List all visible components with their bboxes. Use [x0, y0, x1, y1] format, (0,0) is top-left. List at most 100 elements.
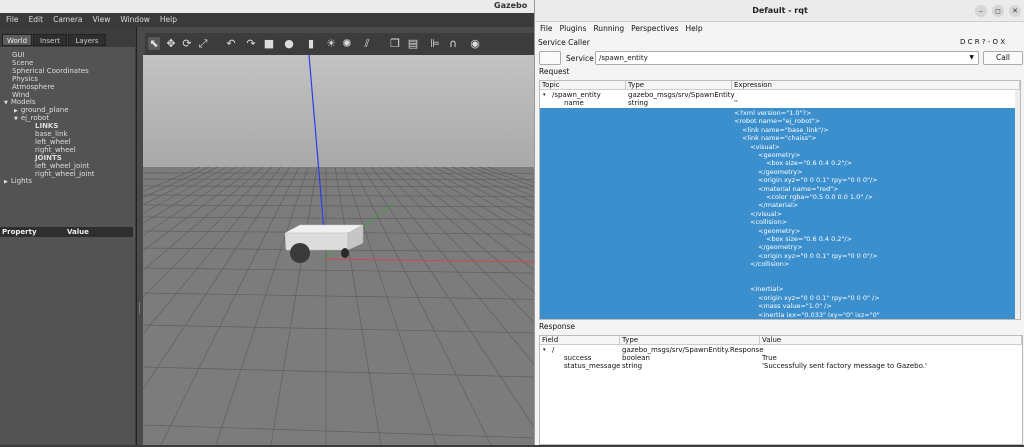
- tab-layers[interactable]: Layers: [68, 34, 106, 46]
- left-wheel: [290, 243, 310, 263]
- rqt-titlebar: Default - rqt – ◻ ✕: [535, 0, 1024, 22]
- select-icon[interactable]: ⬉: [148, 37, 160, 50]
- tree-item[interactable]: left_wheel: [35, 138, 71, 146]
- xml-line: </visual>: [750, 210, 782, 218]
- menu-camera[interactable]: Camera: [53, 13, 82, 27]
- menu-edit[interactable]: Edit: [29, 13, 44, 27]
- column-type[interactable]: Type: [626, 81, 732, 90]
- xml-line: <color rgba="0.5 0.0 0.0 1.0" />: [766, 193, 873, 201]
- refresh-services-button[interactable]: [539, 51, 561, 65]
- expand-arrow-icon[interactable]: ▾: [543, 91, 546, 99]
- light-directional-icon[interactable]: ⫽: [361, 37, 373, 50]
- menu-window[interactable]: Window: [120, 13, 150, 27]
- tree-item[interactable]: Physics: [12, 75, 38, 83]
- screenshot-icon[interactable]: ◉: [469, 37, 481, 50]
- tree-item[interactable]: LINKS: [35, 122, 58, 130]
- response-table[interactable]: Field Type Value ▾ / gazebo_msgs/srv/Spawn…: [539, 335, 1023, 445]
- close-button[interactable]: ✕: [1009, 5, 1021, 17]
- undo-icon[interactable]: ↶: [225, 37, 237, 50]
- request-expression-cell[interactable]: '': [734, 99, 738, 107]
- scene-render[interactable]: [143, 55, 534, 445]
- menu-file[interactable]: File: [6, 13, 19, 27]
- service-select[interactable]: /spawn_entity ▼: [595, 51, 979, 65]
- gazebo-tabs: World Insert Layers: [0, 34, 137, 46]
- menu-help[interactable]: Help: [160, 13, 177, 27]
- tree-item-label: Physics: [12, 75, 38, 83]
- snap-icon[interactable]: ∩: [447, 37, 459, 50]
- xml-line: <origin xyz="0 0 0.1" rpy="0 0 0"/>: [758, 252, 878, 260]
- xml-line: <geometry>: [758, 151, 800, 159]
- expand-arrow-icon[interactable]: ▼: [14, 116, 18, 122]
- collapse-arrow-icon[interactable]: ▶: [4, 179, 8, 185]
- tree-item-label: Atmosphere: [12, 83, 54, 91]
- tree-item-label: base_link: [35, 130, 68, 138]
- tree-item-label: ground_plane: [21, 106, 69, 114]
- property-panel: Property Value: [0, 227, 135, 445]
- tree-item[interactable]: GUI: [12, 51, 25, 59]
- tree-item[interactable]: right_wheel: [35, 146, 76, 154]
- align-icon[interactable]: ⊫: [429, 37, 441, 50]
- response-type-cell: gazebo_msgs/srv/SpawnEntity.Response: [622, 346, 764, 354]
- tab-insert[interactable]: Insert: [33, 34, 67, 46]
- response-type-cell: string: [622, 362, 642, 370]
- column-expression[interactable]: Expression: [732, 81, 1020, 90]
- minimize-button[interactable]: –: [975, 5, 987, 17]
- light-spot-icon[interactable]: ✺: [341, 37, 353, 50]
- rqt-menu-running[interactable]: Running: [593, 23, 624, 35]
- tree-item[interactable]: left_wheel_joint: [35, 162, 89, 170]
- plugin-title: Service Caller: [538, 38, 590, 47]
- light-point-icon[interactable]: ☀: [325, 37, 337, 50]
- response-field-cell: /: [552, 346, 554, 354]
- plugin-controls[interactable]: D C R ? - O X: [960, 38, 1005, 46]
- tree-item[interactable]: Atmosphere: [12, 83, 54, 91]
- column-type[interactable]: Type: [620, 336, 760, 345]
- redo-icon[interactable]: ↷: [245, 37, 257, 50]
- request-type-cell: string: [628, 99, 648, 107]
- xml-line: <robot name="ej_robot">: [734, 117, 820, 125]
- tree-item[interactable]: ▶Lights: [4, 177, 32, 186]
- tree-item-label: JOINTS: [35, 154, 62, 162]
- expression-editor[interactable]: <?xml version="1.0"?><robot name="ej_rob…: [540, 108, 1015, 320]
- rqt-menu-plugins[interactable]: Plugins: [560, 23, 587, 35]
- column-topic[interactable]: Topic: [540, 81, 626, 90]
- rotate-icon[interactable]: ⟳: [181, 37, 193, 50]
- xml-line: </collision>: [750, 260, 789, 268]
- gazebo-toolbar: ⬉ ✥ ⟳ ⤢ ↶ ↷ ■ ● ▮ ☀ ✺ ⫽ ❐ ▤ ⊫ ∩ ◉: [145, 33, 534, 55]
- tree-item-label: GUI: [12, 51, 25, 59]
- column-field[interactable]: Field: [540, 336, 620, 345]
- cylinder-icon[interactable]: ▮: [305, 37, 317, 50]
- rqt-menu-file[interactable]: File: [540, 23, 553, 35]
- paste-icon[interactable]: ▤: [407, 37, 419, 50]
- xml-line: <inertia ixx="0.033" ixy="0" ixz="0": [758, 311, 880, 319]
- tree-item[interactable]: Scene: [12, 59, 33, 67]
- tree-item-label: Wind: [12, 91, 30, 99]
- expand-arrow-icon[interactable]: ▼: [4, 100, 8, 106]
- rqt-menu-help[interactable]: Help: [686, 23, 703, 35]
- column-value[interactable]: Value: [760, 336, 1022, 345]
- tab-world[interactable]: World: [2, 34, 32, 46]
- expand-arrow-icon[interactable]: ▾: [543, 346, 546, 354]
- menu-view[interactable]: View: [93, 13, 111, 27]
- tree-item[interactable]: base_link: [35, 130, 68, 138]
- maximize-button[interactable]: ◻: [992, 5, 1004, 17]
- gazebo-left-panel: World Insert Layers GUISceneSpherical Co…: [0, 27, 137, 445]
- sphere-icon[interactable]: ●: [283, 37, 295, 50]
- 3d-viewport[interactable]: [143, 55, 534, 445]
- value-column: Value: [67, 227, 89, 237]
- response-value-cell: 'Successfully sent factory message to Ga…: [762, 362, 927, 370]
- tree-item[interactable]: Spherical Coordinates: [12, 67, 89, 75]
- scale-icon[interactable]: ⤢: [197, 37, 209, 50]
- tree-item[interactable]: right_wheel_joint: [35, 170, 95, 178]
- request-table[interactable]: Topic Type Expression ▾/spawn_entitygaze…: [539, 80, 1021, 320]
- translate-icon[interactable]: ✥: [165, 37, 177, 50]
- rqt-menu-perspectives[interactable]: Perspectives: [631, 23, 678, 35]
- tree-item[interactable]: JOINTS: [35, 154, 62, 162]
- box-icon[interactable]: ■: [263, 37, 275, 50]
- call-button[interactable]: Call: [983, 51, 1023, 65]
- tree-item-label: Lights: [11, 177, 32, 185]
- request-type-cell: gazebo_msgs/srv/SpawnEntity: [628, 91, 735, 99]
- request-scrollbar[interactable]: [1015, 90, 1021, 320]
- xml-line: </geometry>: [758, 168, 803, 176]
- copy-icon[interactable]: ❐: [389, 37, 401, 50]
- tree-item[interactable]: Wind: [12, 91, 30, 99]
